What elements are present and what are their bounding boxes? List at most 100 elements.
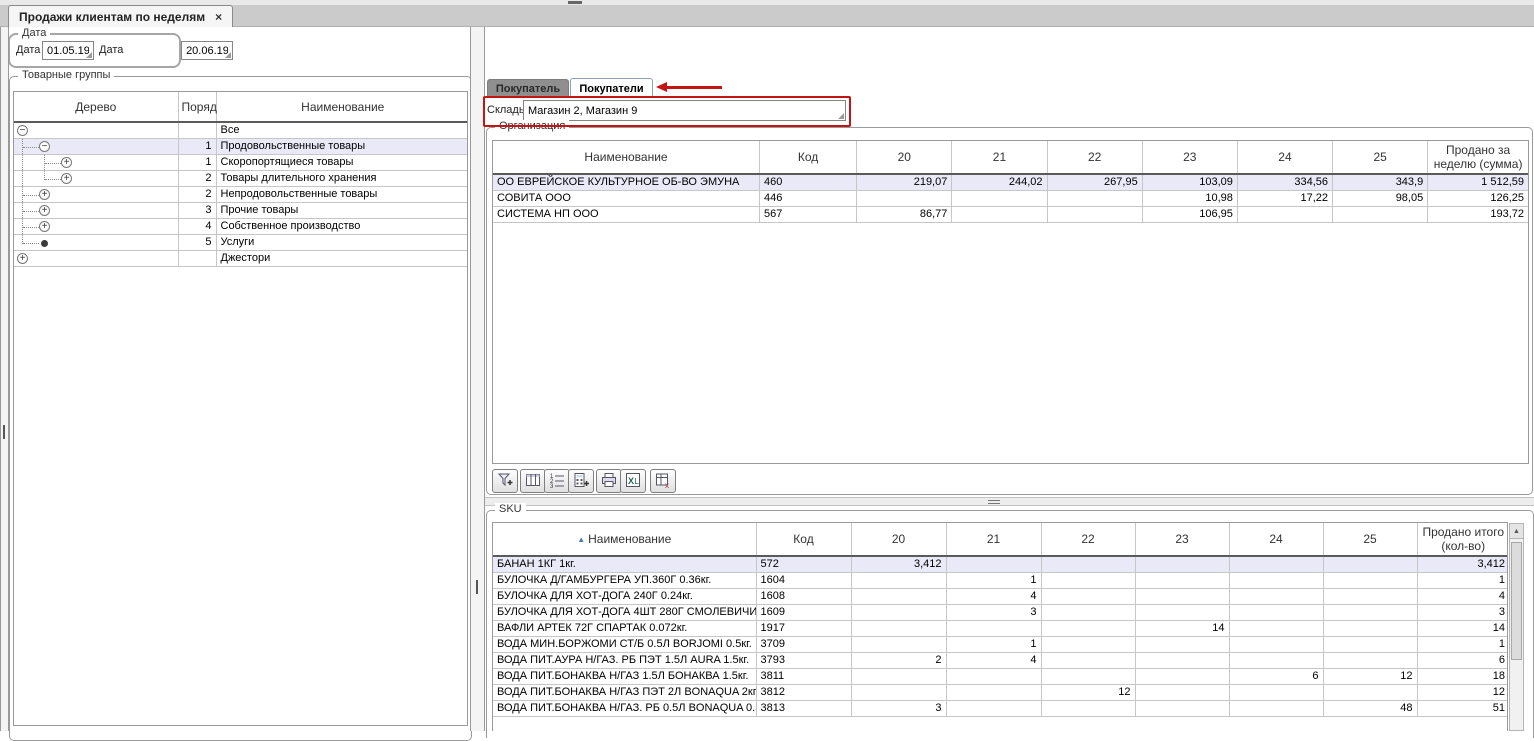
column-header[interactable]: 23 — [1142, 141, 1237, 174]
sku-row[interactable]: ВОДА МИН.БОРЖОМИ СТ/Б 0.5Л BORJOMI 0.5кг… — [493, 637, 1508, 653]
org-row[interactable]: СИСТЕМА НП ООО56786,77106,95193,72 — [493, 207, 1528, 223]
tree-guide-line — [23, 195, 39, 196]
grid-cell: 3 — [946, 605, 1041, 621]
tree-row[interactable]: +3Прочие товары — [14, 203, 468, 219]
tree-table: Дерево Поряд Наименование −Все−1Продовол… — [14, 92, 468, 267]
expand-icon[interactable]: + — [39, 189, 50, 200]
column-header[interactable]: 24 — [1237, 141, 1332, 174]
numbered-list-button[interactable]: 123 — [544, 469, 570, 493]
tree-row[interactable]: +1Скоропортящиеся товары — [14, 155, 468, 171]
column-header[interactable]: Продано итого (кол-во) — [1417, 523, 1508, 556]
column-header[interactable]: 25 — [1323, 523, 1417, 556]
grid-cell — [1323, 573, 1417, 589]
column-header[interactable]: 23 — [1135, 523, 1229, 556]
date-dropdown-corner-icon[interactable] — [225, 52, 231, 58]
tree-row[interactable]: −1Продовольственные товары — [14, 139, 468, 155]
expand-icon[interactable]: + — [39, 205, 50, 216]
left-splitter[interactable] — [0, 27, 9, 731]
scroll-up-icon[interactable]: ▲ — [1510, 524, 1523, 539]
column-header-tree[interactable]: Дерево — [14, 92, 178, 122]
calculator-add-button[interactable] — [568, 469, 594, 493]
column-header[interactable]: 22 — [1041, 523, 1135, 556]
warehouses-input[interactable] — [523, 100, 846, 121]
grid-cell: 126,25 — [1428, 191, 1528, 207]
grid-cell: 17,22 — [1237, 191, 1332, 207]
sku-row[interactable]: БАНАН 1КГ 1кг.5723,4123,412 — [493, 556, 1508, 573]
column-header[interactable]: 21 — [946, 523, 1041, 556]
table-columns-button[interactable] — [520, 469, 546, 493]
tab-buyer-label: Покупатель — [496, 83, 560, 95]
column-header[interactable]: 22 — [1047, 141, 1142, 174]
expand-icon[interactable]: + — [61, 157, 72, 168]
column-header-name[interactable]: Наименование — [216, 92, 468, 122]
column-header[interactable]: Наименование — [493, 141, 760, 174]
grid-cell — [1135, 701, 1229, 717]
warehouses-dropdown-corner-icon[interactable] — [838, 113, 844, 119]
org-row[interactable]: СОВИТА ООО44610,9817,2298,05126,25 — [493, 191, 1528, 207]
column-settings-button[interactable]: x — [650, 469, 676, 493]
column-header-order[interactable]: Поряд — [178, 92, 216, 122]
org-row[interactable]: ОО ЕВРЕЙСКОЕ КУЛЬТУРНОЕ ОБ-ВО ЭМУНА46021… — [493, 174, 1528, 191]
column-header[interactable]: Код — [760, 141, 857, 174]
tree-order-cell: 2 — [178, 171, 216, 187]
print-button[interactable] — [596, 469, 622, 493]
grid-cell — [946, 701, 1041, 717]
scrollbar-thumb[interactable] — [1511, 542, 1522, 660]
date-dropdown-corner-icon[interactable] — [86, 52, 92, 58]
column-header[interactable]: 25 — [1333, 141, 1428, 174]
sku-row[interactable]: БУЛОЧКА ДЛЯ ХОТ-ДОГА 4ШТ 280Г СМОЛЕВИЧИ … — [493, 605, 1508, 621]
grid-cell: СИСТЕМА НП ООО — [493, 207, 760, 223]
column-header[interactable]: ▲Наименование — [493, 523, 756, 556]
grid-cell — [851, 685, 946, 701]
expand-icon[interactable]: + — [61, 173, 72, 184]
sku-row[interactable]: ВАФЛИ АРТЕК 72Г СПАРТАК 0.072кг.19171414 — [493, 621, 1508, 637]
grid-cell: 106,95 — [1142, 207, 1237, 223]
splitter-grip-icon — [3, 425, 5, 439]
sku-row[interactable]: БУЛОЧКА ДЛЯ ХОТ-ДОГА 240Г 0.24кг.160844 — [493, 589, 1508, 605]
sku-row[interactable]: ВОДА ПИТ.БОНАКВА Н/ГАЗ ПЭТ 2Л BONAQUA 2к… — [493, 685, 1508, 701]
tree-row[interactable]: +Джестори — [14, 251, 468, 267]
tree-row[interactable]: +2Непродовольственные товары — [14, 187, 468, 203]
grid-cell — [1041, 653, 1135, 669]
horizontal-splitter[interactable] — [485, 497, 1534, 506]
column-header[interactable]: 21 — [952, 141, 1047, 174]
collapse-icon[interactable]: − — [39, 141, 50, 152]
expand-icon[interactable]: + — [17, 253, 28, 264]
sku-grid: ▲НаименованиеКод202122232425Продано итог… — [493, 523, 1508, 717]
column-header[interactable]: Код — [756, 523, 851, 556]
grid-cell: 1609 — [756, 605, 851, 621]
collapse-icon[interactable]: − — [17, 125, 28, 136]
document-tab[interactable]: Продажи клиентам по неделям × — [8, 5, 233, 27]
grid-cell: 1 — [946, 573, 1041, 589]
middle-splitter[interactable] — [470, 27, 485, 731]
excel-export-button[interactable]: XL — [620, 469, 646, 493]
column-header[interactable]: Продано за неделю (сумма) — [1428, 141, 1528, 174]
tree-row[interactable]: +4Собственное производство — [14, 219, 468, 235]
grid-cell: 12 — [1041, 685, 1135, 701]
date-groupbox: Дата Дата Дата — [8, 33, 181, 68]
sku-row[interactable]: БУЛОЧКА Д/ГАМБУРГЕРА УП.360Г 0.36кг.1604… — [493, 573, 1508, 589]
column-header[interactable]: 24 — [1229, 523, 1323, 556]
close-tab-icon[interactable]: × — [215, 10, 222, 24]
grid-cell: 1 — [946, 637, 1041, 653]
column-header[interactable]: 20 — [851, 523, 946, 556]
tree-row[interactable]: 5Услуги — [14, 235, 468, 251]
grid-cell — [1323, 653, 1417, 669]
expand-icon[interactable]: + — [39, 221, 50, 232]
grid-cell — [1135, 637, 1229, 653]
sku-row[interactable]: ВОДА ПИТ.АУРА Н/ГАЗ. РБ ПЭТ 1.5Л AURA 1.… — [493, 653, 1508, 669]
tree-row[interactable]: −Все — [14, 122, 468, 139]
excel-export-icon: XL — [624, 471, 642, 492]
column-header[interactable]: 20 — [857, 141, 952, 174]
sku-row[interactable]: ВОДА ПИТ.БОНАКВА Н/ГАЗ. РБ 0.5Л BONAQUA … — [493, 701, 1508, 717]
sku-row[interactable]: ВОДА ПИТ.БОНАКВА Н/ГАЗ 1.5Л БОНАКВА 1.5к… — [493, 669, 1508, 685]
tab-buyer[interactable]: Покупатель — [487, 79, 569, 98]
tab-buyers[interactable]: Покупатели — [570, 78, 653, 98]
annotation-arrow-line — [666, 86, 722, 89]
filter-add-button[interactable] — [492, 469, 518, 493]
tree-name-cell: Скоропортящиеся товары — [216, 155, 468, 171]
sku-scrollbar[interactable]: ▲ — [1509, 523, 1524, 731]
grid-cell — [1135, 669, 1229, 685]
product-groups-label: Товарные группы — [18, 69, 114, 81]
tree-row[interactable]: +2Товары длительного хранения — [14, 171, 468, 187]
